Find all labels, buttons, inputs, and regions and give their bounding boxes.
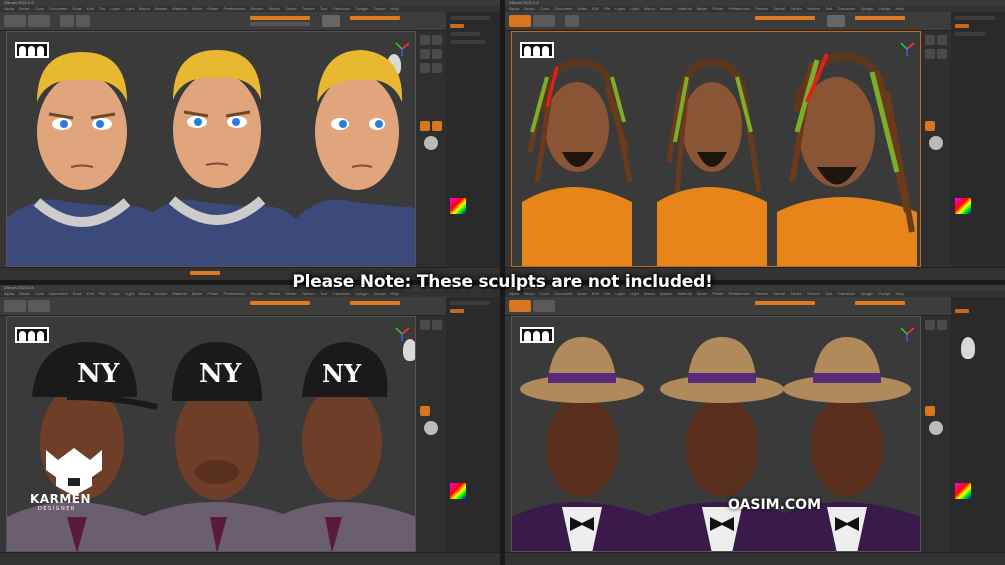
edit-button[interactable]	[60, 15, 74, 27]
bottom-status-bar	[505, 552, 1005, 565]
logo-name: KARMEN	[30, 492, 92, 506]
tray-row[interactable]	[450, 40, 486, 44]
persp-icon[interactable]	[925, 406, 935, 416]
right-shelf	[921, 31, 951, 267]
rgb-intensity-slider[interactable]	[250, 16, 310, 20]
lightbox-button[interactable]	[4, 300, 26, 312]
head-preview-icon	[961, 337, 975, 359]
tray-row[interactable]	[450, 32, 480, 36]
material-sphere-icon[interactable]	[929, 421, 943, 435]
color-picker-icon[interactable]	[955, 483, 971, 499]
edit-button[interactable]	[565, 15, 579, 27]
svg-text:NY: NY	[199, 359, 242, 389]
draw-size-slider[interactable]	[250, 22, 310, 26]
bottom-status-bar	[505, 267, 1005, 280]
right-shelf	[416, 31, 446, 267]
dynamic-button[interactable]	[322, 15, 340, 27]
top-toolbar	[505, 12, 1005, 31]
scroll-icon[interactable]	[420, 49, 430, 59]
tray-row[interactable]	[955, 32, 985, 36]
bpr-icon[interactable]	[420, 320, 430, 330]
right-shelf	[416, 316, 446, 552]
color-picker-icon[interactable]	[450, 198, 466, 214]
top-toolbar	[0, 12, 500, 31]
sculpt-figures	[522, 52, 917, 266]
focal-shift-slider[interactable]	[855, 301, 905, 305]
rgb-intensity-slider[interactable]	[755, 16, 815, 20]
canvas-viewport[interactable]	[511, 316, 921, 552]
right-shelf	[921, 316, 951, 552]
canvas-viewport[interactable]	[6, 31, 416, 267]
bpr-icon[interactable]	[925, 320, 935, 330]
bpr-icon[interactable]	[420, 35, 430, 45]
zbrush-window-top-left: ZBrush 2022.0.8 Alpha Brush Color Document D…	[0, 0, 500, 280]
spix-icon[interactable]	[937, 320, 947, 330]
persp-icon[interactable]	[925, 121, 935, 131]
rgb-intensity-slider[interactable]	[250, 301, 310, 305]
karmen-logo-icon	[46, 448, 102, 496]
bottom-status-bar	[0, 267, 500, 280]
canvas-viewport[interactable]	[511, 31, 921, 267]
zoom-icon[interactable]	[432, 49, 442, 59]
focal-shift-slider[interactable]	[350, 301, 400, 305]
top-toolbar	[505, 297, 1005, 316]
draw-button[interactable]	[76, 15, 90, 27]
sculpt-figures	[512, 337, 920, 551]
lightbox-button[interactable]	[509, 300, 531, 312]
live-boolean-button[interactable]	[28, 300, 50, 312]
zoom-icon[interactable]	[937, 49, 947, 59]
right-tray	[446, 297, 500, 552]
actual-icon[interactable]	[420, 63, 430, 73]
svg-text:NY: NY	[322, 359, 362, 388]
right-tray	[446, 12, 500, 267]
dynamic-button[interactable]	[827, 15, 845, 27]
spix-icon[interactable]	[432, 35, 442, 45]
tray-row[interactable]	[955, 24, 969, 28]
live-boolean-button[interactable]	[28, 15, 50, 27]
top-toolbar	[0, 297, 500, 316]
lightbox-button[interactable]	[4, 15, 26, 27]
material-sphere-icon[interactable]	[424, 136, 438, 150]
lightbox-button[interactable]	[509, 15, 531, 27]
tray-row[interactable]	[450, 24, 464, 28]
zbrush-window-top-right: ZBrush 2022.0.8 Alpha Brush Color Document D…	[505, 0, 1005, 280]
tray-row[interactable]	[450, 301, 490, 305]
tray-row[interactable]	[450, 16, 490, 20]
tray-row[interactable]	[450, 309, 464, 313]
floor-icon[interactable]	[432, 121, 442, 131]
live-boolean-button[interactable]	[533, 15, 555, 27]
rgb-intensity-slider[interactable]	[755, 301, 815, 305]
spix-icon[interactable]	[937, 35, 947, 45]
right-tray	[951, 12, 1005, 267]
focal-shift-slider[interactable]	[350, 16, 400, 20]
color-picker-icon[interactable]	[450, 483, 466, 499]
spix-icon[interactable]	[432, 320, 442, 330]
live-boolean-button[interactable]	[533, 300, 555, 312]
bpr-icon[interactable]	[925, 35, 935, 45]
tray-row[interactable]	[955, 309, 969, 313]
tray-row[interactable]	[955, 16, 995, 20]
persp-icon[interactable]	[420, 406, 430, 416]
watermark: OASIM.COM	[728, 497, 822, 513]
color-picker-icon[interactable]	[955, 198, 971, 214]
logo-subtitle: DESIGNER	[38, 506, 76, 512]
material-sphere-icon[interactable]	[424, 421, 438, 435]
material-sphere-icon[interactable]	[929, 136, 943, 150]
zbrush-window-bottom-right: ZBrush 2022.0.8 Alpha Brush Color Document D…	[505, 285, 1005, 565]
scroll-icon[interactable]	[925, 49, 935, 59]
bottom-status-bar	[0, 552, 500, 565]
persp-icon[interactable]	[420, 121, 430, 131]
sculpt-figures	[7, 50, 415, 266]
aahalf-icon[interactable]	[432, 63, 442, 73]
right-tray	[951, 297, 1005, 552]
svg-text:NY: NY	[77, 359, 120, 389]
status-slider[interactable]	[190, 271, 220, 275]
focal-shift-slider[interactable]	[855, 16, 905, 20]
